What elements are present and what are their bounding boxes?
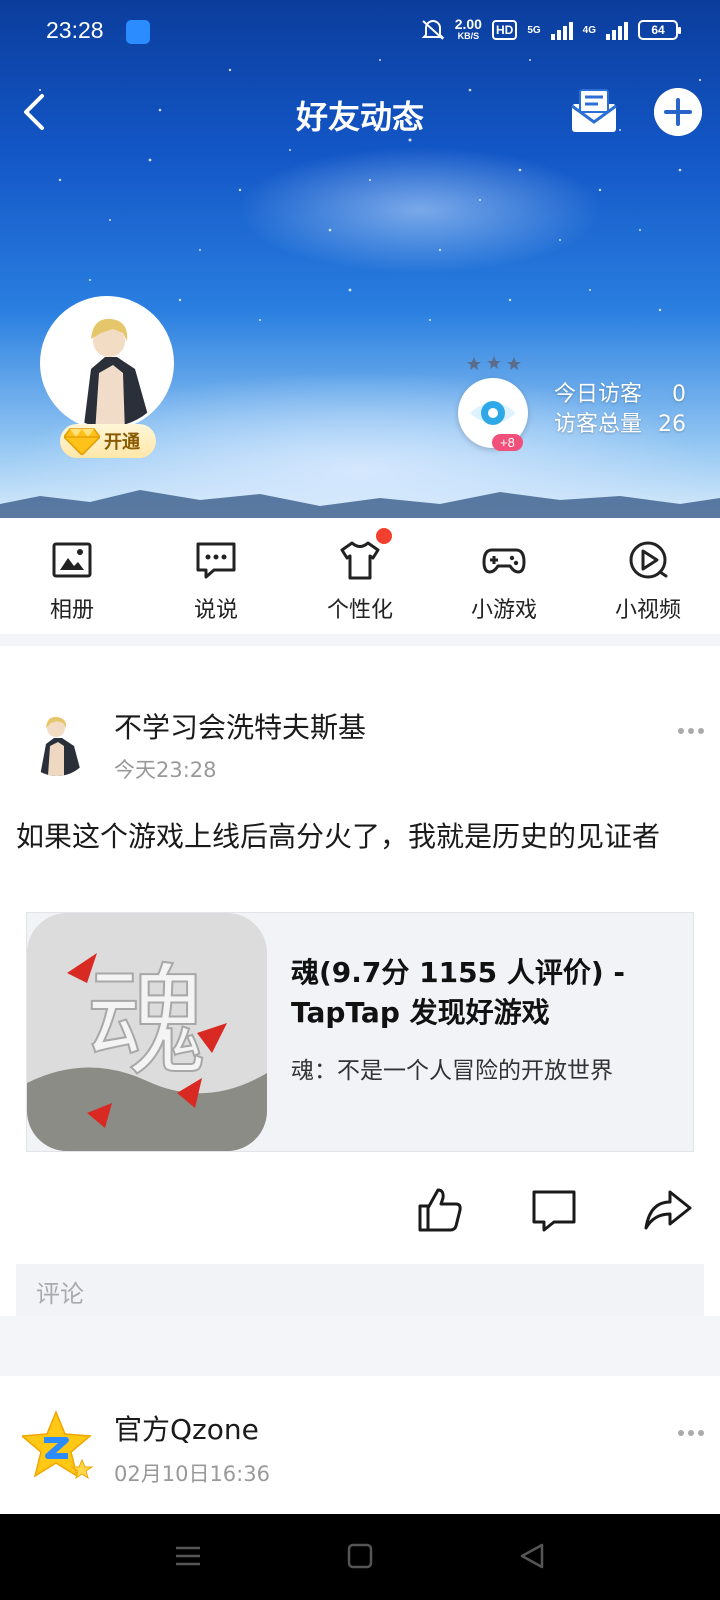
game-thumbnail-char: 魂 [87,953,207,1092]
post2-time: 02月10日16:36 [114,1462,270,1486]
post-time: 今天23:28 [114,758,217,782]
user-avatar[interactable] [40,296,174,430]
app-notification-icon [126,20,150,44]
card-body: 魂(9.7分 1155 人评价) - TapTap 发现好游戏 魂：不是一个人冒… [267,913,693,1151]
notification-dot [376,528,392,544]
post-author-name[interactable]: 不学习会洗特夫斯基 [114,706,366,746]
card-title: 魂(9.7分 1155 人评价) - TapTap 发现好游戏 [291,956,625,1029]
add-post-icon[interactable] [654,88,702,136]
shortcut-album-label: 相册 [49,598,94,623]
shortcut-mini-games[interactable]: 小游戏 [432,518,576,634]
signal-bars-icon-2 [606,20,628,40]
mountain-silhouette [0,490,720,518]
diamond-icon [64,428,100,455]
avatar-illustration [43,299,171,427]
tshirt-icon [340,541,380,580]
battery-icon: 64 [638,20,681,40]
play-circle-icon [629,541,668,579]
visitor-stars-icon [467,356,521,370]
mute-bell-icon [421,20,445,40]
signal-bars-icon [550,20,573,40]
like-icon[interactable] [416,1186,464,1234]
signal-label-5g: 5G [527,24,541,36]
visitor-plus-badge: +8 [492,434,523,451]
total-visitors-label: 访客总量 [554,412,643,437]
share-icon[interactable] [644,1186,692,1234]
card-description: 魂：不是一个人冒险的开放世界 [291,1058,613,1084]
today-visitors-value: 0 [672,382,686,407]
post-text: 如果这个游戏上线后高分火了，我就是历史的见证者 [16,820,661,853]
home-icon[interactable] [344,1540,376,1572]
shortcut-album[interactable]: 相册 [0,518,144,634]
shortcut-shuoshuo-label: 说说 [193,598,238,623]
top-bar: 好友动态 [0,74,720,154]
author-avatar-illustration [22,706,92,776]
hd-badge: HD [491,20,518,40]
visitor-stats[interactable]: 今日访客 0 访客总量 26 [554,380,686,440]
shared-link-card[interactable]: 魂 魂(9.7分 1155 人评价) - TapTap 发现好游戏 魂：不是一个… [26,912,694,1152]
signal-label-4g: 4G [582,24,596,36]
shortcut-nav: 相册 说说 个性化 小游戏 小视频 [0,518,720,634]
today-visitors-label: 今日访客 [554,382,643,407]
game-thumbnail-art: 魂 [27,913,267,1151]
messages-icon[interactable] [570,88,618,134]
net-speed: 2.00 KB/S [454,16,482,42]
total-visitors-row: 访客总量 26 [554,410,686,440]
shortcut-mini-games-label: 小游戏 [470,598,537,623]
feed-post: 不学习会洗特夫斯基 今天23:28 如果这个游戏上线后高分火了，我就是历史的见证… [0,646,720,1316]
shortcut-shuoshuo[interactable]: 说说 [144,518,288,634]
qzone-star-logo-icon[interactable] [22,1410,94,1482]
status-bar: 23:28 2.00 KB/S HD 5G 4G 64 [0,0,720,64]
total-visitors-value: 26 [658,412,686,437]
menu-icon[interactable] [172,1540,204,1572]
shortcut-short-video-label: 小视频 [614,598,681,623]
comment-icon[interactable] [530,1186,578,1234]
net-speed-unit: KB/S [457,31,480,41]
profile-banner: 23:28 2.00 KB/S HD 5G 4G 64 好友动态 开通 +8 今… [0,0,720,518]
vip-label: 开通 [104,432,140,453]
today-visitors-row: 今日访客 0 [554,380,686,410]
post-actions [0,1186,720,1246]
more-options-icon-2[interactable] [676,1428,706,1438]
vip-open-badge[interactable]: 开通 [60,424,156,458]
chat-bubble-icon [196,542,236,579]
game-thumbnail: 魂 [27,913,267,1151]
status-icons: 2.00 KB/S HD 5G 4G 64 [421,16,681,42]
shortcut-personalize-label: 个性化 [326,598,393,623]
system-nav-bar [0,1514,720,1600]
status-time: 23:28 [46,17,104,43]
comment-input[interactable]: 评论 [16,1264,704,1316]
shortcut-short-video[interactable]: 小视频 [576,518,720,634]
shortcut-personalize[interactable]: 个性化 [288,518,432,634]
net-speed-value: 2.00 [454,16,482,32]
feed-post-2: 官方Qzone 02月10日16:36 [0,1376,720,1514]
gamepad-icon [482,548,526,574]
album-icon [52,542,92,578]
back-nav-icon[interactable] [516,1540,548,1572]
post2-author-name[interactable]: 官方Qzone [114,1408,259,1448]
more-options-icon[interactable] [676,726,706,736]
post-author-avatar[interactable] [22,706,92,776]
